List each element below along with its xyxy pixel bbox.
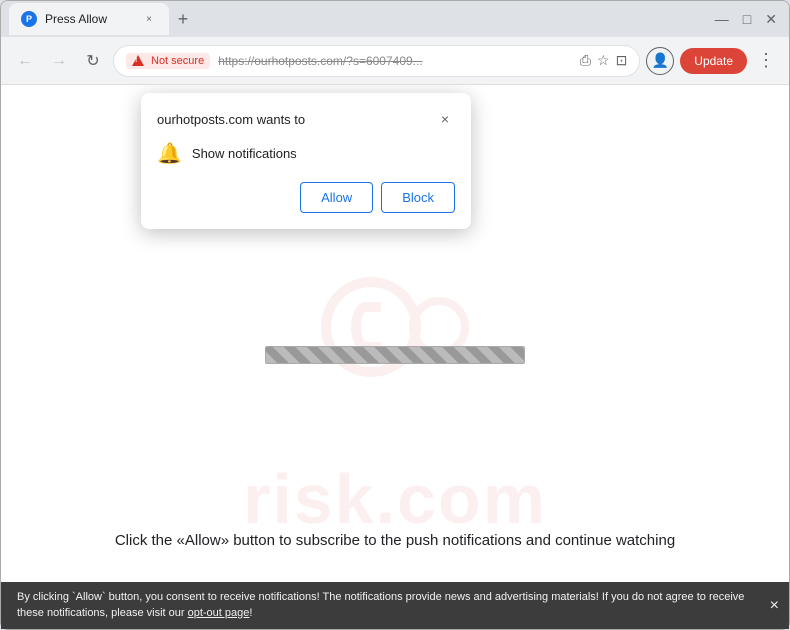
back-button[interactable]: ←	[11, 47, 39, 75]
update-button[interactable]: Update	[680, 48, 747, 74]
not-secure-badge: Not secure	[126, 53, 210, 69]
window-close-button[interactable]: ✕	[761, 7, 781, 32]
new-tab-button[interactable]: +	[169, 5, 197, 33]
bookmark-icon[interactable]: ☆	[597, 52, 610, 69]
not-secure-label: Not secure	[151, 55, 204, 67]
url-display: https://ourhotposts.com/?s=6007409...	[218, 54, 572, 68]
share-icon[interactable]: ⎙	[580, 52, 591, 69]
nav-bar: ← → ↻ Not secure https://ourhotposts.com…	[1, 37, 789, 85]
consent-bar: By clicking `Allow` button, you consent …	[1, 582, 789, 629]
title-bar-actions: — □ ✕	[711, 7, 781, 32]
maximize-button[interactable]: □	[739, 7, 755, 31]
reload-button[interactable]: ↻	[79, 47, 107, 75]
consent-close-button[interactable]: ×	[770, 594, 779, 616]
tab-close-button[interactable]: ×	[141, 11, 157, 27]
consent-text: By clicking `Allow` button, you consent …	[17, 591, 744, 618]
minimize-button[interactable]: —	[711, 7, 733, 31]
tab-favicon: P	[21, 11, 37, 27]
popup-title: ourhotposts.com wants to	[157, 112, 305, 127]
progress-bar-area	[265, 346, 525, 364]
consent-suffix: !	[249, 607, 252, 619]
more-options-button[interactable]: ⋮	[753, 46, 779, 75]
title-bar: P Press Allow × + — □ ✕	[1, 1, 789, 37]
permission-popup: ourhotposts.com wants to × 🔔 Show notifi…	[141, 93, 471, 229]
progress-bar	[265, 346, 525, 364]
profile-button[interactable]: 👤	[646, 47, 674, 75]
forward-button[interactable]: →	[45, 47, 73, 75]
active-tab[interactable]: P Press Allow ×	[9, 3, 169, 35]
page-content: risk.com ourhotposts.com wants to × 🔔 Sh…	[1, 85, 789, 629]
tab-bar: P Press Allow × +	[9, 1, 707, 37]
tab-title: Press Allow	[45, 12, 133, 26]
allow-button[interactable]: Allow	[300, 182, 373, 213]
bell-icon: 🔔	[157, 141, 182, 166]
nav-right-actions: 👤 Update ⋮	[646, 46, 779, 75]
omnibar[interactable]: Not secure https://ourhotposts.com/?s=60…	[113, 45, 640, 77]
browser-window: P Press Allow × + — □ ✕ ← → ↻ Not secure…	[0, 0, 790, 630]
popup-action-buttons: Allow Block	[157, 182, 455, 213]
omnibar-icons: ⎙ ☆ ⊡	[580, 52, 628, 69]
instructions-text: Click the «Allow» button to subscribe to…	[1, 532, 789, 549]
permission-description: Show notifications	[192, 146, 297, 161]
block-button[interactable]: Block	[381, 182, 455, 213]
tab-search-icon[interactable]: ⊡	[616, 52, 628, 69]
watermark-text: risk.com	[1, 459, 789, 539]
warning-icon	[132, 55, 144, 66]
popup-header: ourhotposts.com wants to ×	[157, 109, 455, 129]
popup-close-button[interactable]: ×	[435, 109, 455, 129]
permission-row: 🔔 Show notifications	[157, 141, 455, 166]
opt-out-link[interactable]: opt-out page	[188, 607, 250, 619]
